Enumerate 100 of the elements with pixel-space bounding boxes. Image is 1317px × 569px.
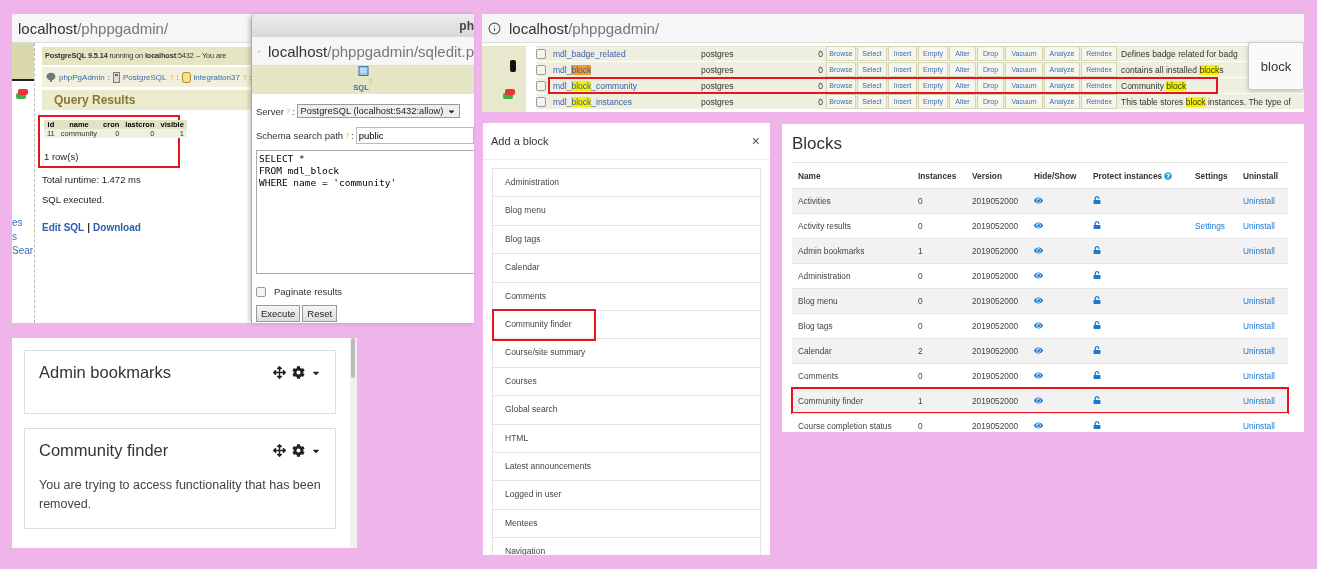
uninstall-link[interactable]: Uninstall	[1243, 371, 1275, 381]
eye-icon[interactable]	[1034, 370, 1043, 380]
unlock-icon[interactable]	[1093, 296, 1101, 304]
unlock-icon[interactable]	[1093, 421, 1101, 429]
comment-cell-text: This table stores block instances. The type of	[1120, 96, 1292, 107]
row-checkbox[interactable]	[536, 48, 546, 59]
close-button[interactable]: ×	[751, 133, 760, 149]
block-option[interactable]: Blog tags	[493, 225, 760, 255]
uninstall-link[interactable]: Uninstall	[1243, 296, 1275, 306]
database-stack-icon	[15, 88, 29, 100]
breadcrumb-link[interactable]: phpPgAdmin	[58, 72, 105, 82]
block-option[interactable]: Course/site summary	[493, 339, 760, 368]
database-stack-icon	[502, 88, 516, 100]
database-icon	[181, 71, 191, 83]
row-count-cell-text: 0	[817, 96, 824, 107]
download-link[interactable]: Download	[93, 222, 141, 233]
column-header: Version	[972, 170, 1003, 181]
uninstall-link[interactable]: Uninstall	[1243, 196, 1275, 206]
eye-icon[interactable]	[1034, 320, 1043, 330]
runtime-text: Total runtime: 1.472 ms	[42, 174, 142, 185]
help-icon[interactable]	[1164, 171, 1173, 180]
unlock-icon[interactable]	[1093, 346, 1101, 354]
eye-icon[interactable]	[1034, 270, 1043, 280]
uninstall-link[interactable]: Uninstall	[1243, 246, 1275, 256]
eye-icon[interactable]	[1034, 195, 1043, 205]
find-popup[interactable]: block	[1248, 42, 1304, 90]
row-count-cell-text: 0	[817, 48, 824, 59]
sidebar-header	[12, 43, 34, 81]
unlock-icon[interactable]	[1093, 321, 1101, 329]
breadcrumb-link[interactable]: PostgreSQL	[122, 72, 167, 82]
eye-icon[interactable]	[1034, 245, 1043, 255]
eye-icon[interactable]	[1034, 220, 1043, 230]
address-field[interactable]: localhost/phppgadmin/	[509, 19, 660, 37]
breadcrumb-separator: :	[176, 72, 179, 82]
uninstall-link[interactable]: Uninstall	[1243, 221, 1275, 231]
settings-icon[interactable]	[292, 444, 305, 457]
eye-icon[interactable]	[1034, 295, 1043, 305]
breadcrumb-link[interactable]: integration37	[193, 72, 240, 82]
block-option[interactable]: Calendar	[493, 254, 760, 283]
sidebar-link[interactable]: Sear	[12, 244, 34, 258]
server-icon	[113, 71, 120, 83]
block-option[interactable]: Comments	[493, 282, 760, 311]
address-field[interactable]: localhost/phppgadmin/	[18, 19, 169, 37]
block-option[interactable]: Courses	[493, 367, 760, 397]
owner-cell-text: postgres	[700, 64, 735, 75]
query-editor[interactable]: SELECT * FROM mdl_block WHERE name = 'community'	[256, 150, 474, 274]
sidebar-link[interactable]: es	[12, 216, 34, 230]
block-option[interactable]: Logged in user	[493, 481, 760, 510]
block-option[interactable]: Administration	[493, 169, 760, 198]
table-name-link[interactable]: mdl_badge_related	[550, 48, 698, 59]
table-cell-text: 0	[918, 371, 924, 381]
sidebar-link[interactable]: s	[12, 230, 34, 244]
block-option[interactable]: Latest announcements	[493, 452, 760, 482]
table-cell-text: 2019052000	[972, 221, 1020, 231]
sql-icon[interactable]	[357, 66, 369, 76]
edit-sql-link[interactable]: Edit SQL	[42, 222, 85, 233]
block-option[interactable]: Community finder	[493, 310, 760, 340]
uninstall-link[interactable]: Uninstall	[1243, 346, 1275, 356]
unlock-icon[interactable]	[1093, 221, 1101, 229]
reset-button[interactable]: Reset	[302, 305, 338, 322]
owner-cell-text: postgres	[700, 96, 735, 107]
unlock-icon[interactable]	[1093, 396, 1101, 404]
elephant-icon	[46, 72, 56, 82]
uninstall-link[interactable]: Uninstall	[1243, 321, 1275, 331]
card-title: Admin bookmarks	[39, 363, 172, 382]
table-cell-text: 0	[918, 296, 924, 306]
unlock-icon[interactable]	[1093, 371, 1101, 379]
paginate-checkbox[interactable]	[256, 286, 266, 297]
scrollbar[interactable]	[350, 338, 357, 548]
column-header: Hide/Show	[1034, 170, 1078, 181]
settings-link[interactable]: Settings	[1195, 221, 1225, 231]
move-icon[interactable]	[273, 444, 286, 457]
uninstall-link[interactable]: Uninstall	[1243, 396, 1275, 406]
execute-button[interactable]: Execute	[256, 305, 301, 322]
server-select[interactable]: PostgreSQL (localhost:5432:allow)	[296, 104, 461, 118]
table-cell-text: 0	[918, 321, 924, 331]
field-label-colon: :	[351, 130, 354, 141]
window-title: ph	[459, 18, 474, 33]
dialog-title: Add a block	[491, 135, 549, 147]
move-icon[interactable]	[273, 366, 286, 379]
eye-icon[interactable]	[1034, 420, 1043, 430]
unlock-icon[interactable]	[1093, 271, 1101, 279]
schema-field[interactable]: public	[355, 127, 474, 144]
block-option[interactable]: Mentees	[493, 509, 760, 539]
uninstall-link[interactable]: Uninstall	[1243, 421, 1275, 431]
column-header: Name	[798, 170, 822, 181]
table-cell-text: Course completion status	[798, 421, 893, 431]
block-option[interactable]: Global search	[493, 396, 760, 425]
eye-icon[interactable]	[1034, 395, 1043, 405]
block-option[interactable]: Blog menu	[493, 197, 760, 226]
row-checkbox[interactable]	[536, 80, 546, 91]
row-checkbox[interactable]	[536, 96, 546, 107]
unlock-icon[interactable]	[1093, 196, 1101, 204]
unlock-icon[interactable]	[1093, 246, 1101, 254]
row-checkbox[interactable]	[536, 64, 546, 75]
settings-icon[interactable]	[292, 366, 305, 379]
block-option[interactable]: HTML	[493, 424, 760, 453]
eye-icon[interactable]	[1034, 345, 1043, 355]
owner-cell-text: postgres	[700, 80, 735, 91]
block-option[interactable]: Navigation	[493, 538, 760, 555]
